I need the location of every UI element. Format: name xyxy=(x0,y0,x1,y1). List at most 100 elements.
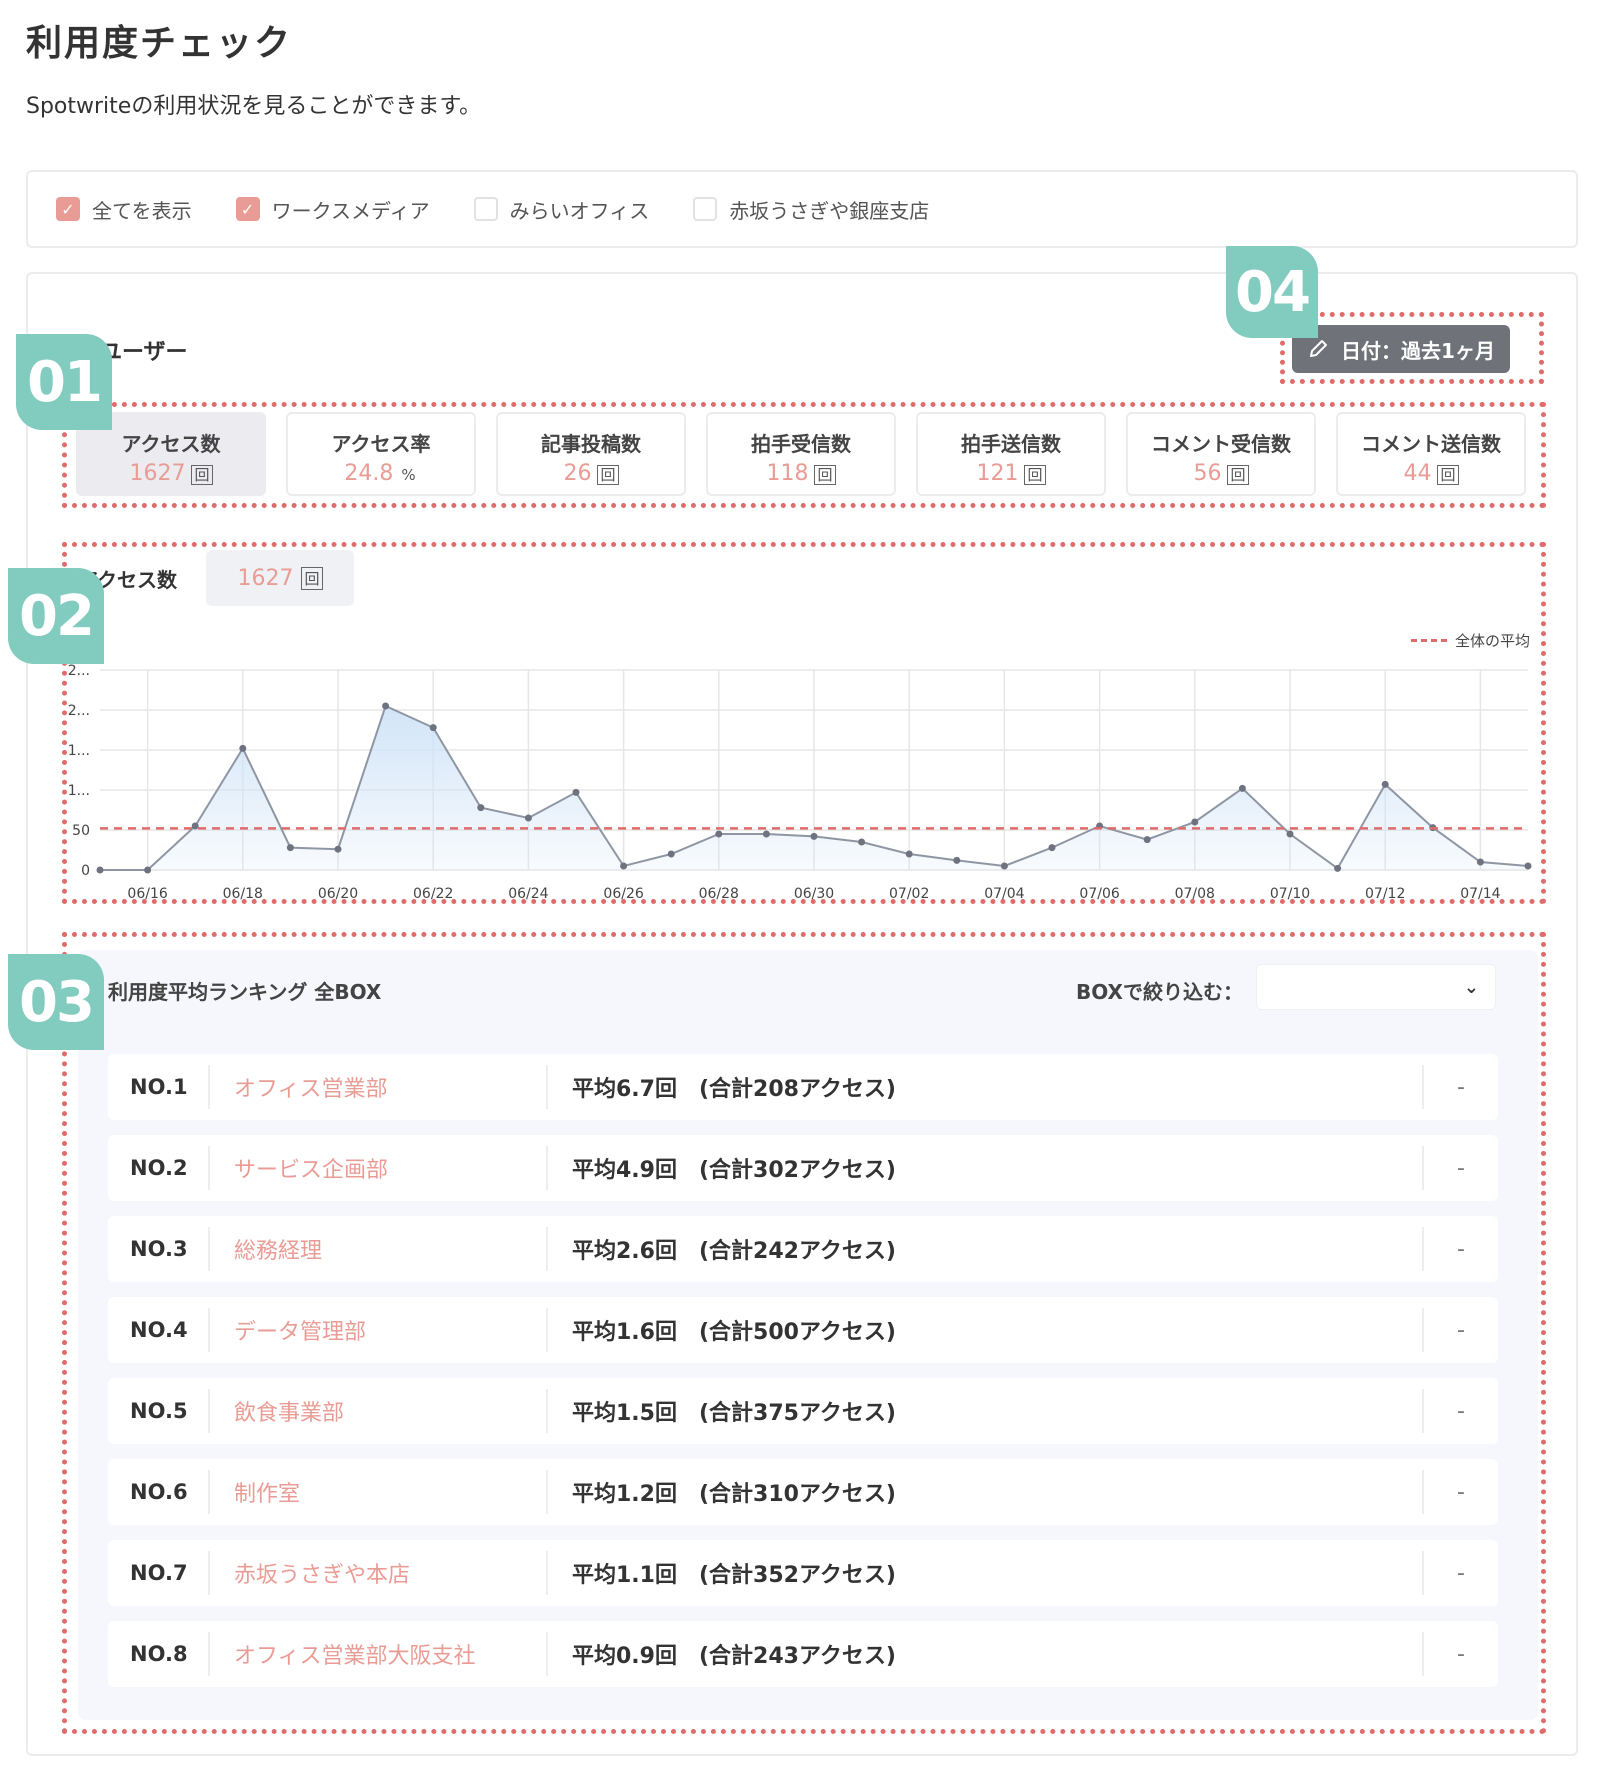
checkbox-unchecked-icon[interactable] xyxy=(473,197,498,221)
legend-label: 全体の平均 xyxy=(1454,632,1530,650)
x-tick-label: 06/30 xyxy=(794,886,834,902)
rank-name-link[interactable]: 制作室 xyxy=(210,1476,546,1508)
data-point xyxy=(667,850,675,858)
metric-card-claps-received[interactable]: 拍手受信数 118 回 xyxy=(706,412,896,496)
chart-total-unit: 回 xyxy=(301,566,323,590)
data-point xyxy=(429,724,437,732)
data-point xyxy=(810,832,818,840)
checkbox-checked-icon[interactable]: ✓ xyxy=(56,197,80,221)
metric-card-comments-sent[interactable]: コメント送信数 44 回 xyxy=(1336,412,1526,496)
data-point xyxy=(96,866,104,874)
checkbox-unchecked-icon[interactable] xyxy=(693,197,718,221)
data-point xyxy=(1000,862,1008,870)
section-title: ユーザー xyxy=(100,340,188,365)
rank-number: NO.7 xyxy=(130,1561,188,1585)
ranking-row[interactable]: NO.7 赤坂うさぎや本店 平均1.1回 (合計352アクセス) - xyxy=(108,1540,1498,1606)
rank-extra: - xyxy=(1457,1398,1465,1424)
filter-label: 赤坂うさぎや銀座支店 xyxy=(729,198,930,223)
data-point xyxy=(953,856,961,864)
rank-extra: - xyxy=(1457,1074,1465,1100)
x-tick-label: 07/12 xyxy=(1365,886,1405,902)
rank-extra: - xyxy=(1457,1479,1465,1505)
data-point xyxy=(144,866,152,874)
rank-number: NO.3 xyxy=(130,1237,188,1261)
checkbox-checked-icon[interactable]: ✓ xyxy=(235,197,260,221)
annotation-badge-03: 03 xyxy=(8,954,104,1050)
x-tick-label: 06/22 xyxy=(413,886,453,902)
x-tick-label: 07/06 xyxy=(1079,886,1119,902)
metric-unit: % xyxy=(401,466,416,484)
metric-value: 56 xyxy=(1193,461,1222,486)
page-description: Spotwriteの利用状況を見ることができます。 xyxy=(26,94,482,119)
chevron-down-icon: ⌄ xyxy=(1463,976,1479,998)
y-tick-label: 1... xyxy=(68,783,90,799)
rank-stat: 平均2.6回 (合計242アクセス) xyxy=(572,1239,896,1264)
rank-extra: - xyxy=(1457,1236,1465,1262)
rank-name-link[interactable]: 飲食事業部 xyxy=(210,1395,546,1427)
x-tick-label: 06/20 xyxy=(318,886,358,902)
chart-total-value: 1627 xyxy=(237,565,294,591)
filter-label: 全てを表示 xyxy=(92,198,192,223)
page-title: 利用度チェック xyxy=(26,23,293,64)
metric-card-comments-received[interactable]: コメント受信数 56 回 xyxy=(1126,412,1316,496)
data-point xyxy=(524,814,532,822)
filter-worksmedia[interactable]: ✓ ワークスメディア xyxy=(235,195,430,224)
data-point xyxy=(620,862,628,870)
ranking-title: 利用度平均ランキング 全BOX xyxy=(108,980,382,1004)
x-tick-label: 06/26 xyxy=(603,886,643,902)
filter-label: みらいオフィス xyxy=(509,198,650,223)
rank-name-link[interactable]: 赤坂うさぎや本店 xyxy=(210,1557,546,1589)
data-point xyxy=(1191,818,1199,826)
annotation-badge-01: 01 xyxy=(16,334,112,430)
chart-total: 1627 回 xyxy=(206,550,354,606)
annotation-badge-04: 04 xyxy=(1226,246,1318,338)
data-point xyxy=(334,845,342,853)
rank-stat: 平均1.6回 (合計500アクセス) xyxy=(572,1320,896,1345)
metric-unit: 回 xyxy=(814,465,836,485)
rank-stat: 平均1.5回 (合計375アクセス) xyxy=(572,1401,896,1426)
x-tick-label: 06/24 xyxy=(508,886,548,902)
rank-number: NO.2 xyxy=(130,1156,188,1180)
date-range-label: 日付：過去1ヶ月 xyxy=(1341,338,1495,363)
metric-label: 拍手受信数 xyxy=(751,432,851,456)
rank-name-link[interactable]: オフィス営業部大阪支社 xyxy=(210,1638,546,1670)
box-filter-select[interactable]: ⌄ xyxy=(1256,964,1496,1010)
ranking-row[interactable]: NO.5 飲食事業部 平均1.5回 (合計375アクセス) - xyxy=(108,1378,1498,1444)
rank-stat: 平均0.9回 (合計243アクセス) xyxy=(572,1644,896,1669)
data-point xyxy=(1381,780,1389,788)
ranking-row[interactable]: NO.3 総務経理 平均2.6回 (合計242アクセス) - xyxy=(108,1216,1498,1282)
metric-value: 24.8 xyxy=(344,461,394,486)
filter-akasaka-ginza[interactable]: 赤坂うさぎや銀座支店 xyxy=(693,195,929,224)
rank-name-link[interactable]: 総務経理 xyxy=(210,1233,546,1265)
metric-card-access-rate[interactable]: アクセス率 24.8% xyxy=(286,412,476,496)
ranking-row[interactable]: NO.2 サービス企画部 平均4.9回 (合計302アクセス) - xyxy=(108,1135,1498,1201)
rank-extra: - xyxy=(1457,1641,1465,1667)
metric-value: 44 xyxy=(1403,461,1432,486)
data-point xyxy=(858,838,866,846)
annotation-badge-02: 02 xyxy=(8,568,104,664)
rank-name-link[interactable]: データ管理部 xyxy=(210,1314,546,1346)
ranking-row[interactable]: NO.8 オフィス営業部大阪支社 平均0.9回 (合計243アクセス) - xyxy=(108,1621,1498,1687)
y-tick-label: 0 xyxy=(81,863,90,879)
rank-name-link[interactable]: オフィス営業部 xyxy=(210,1071,546,1103)
legend-dash-icon xyxy=(1410,639,1447,642)
data-point xyxy=(1334,864,1342,872)
data-point xyxy=(1238,784,1246,792)
data-point xyxy=(286,844,294,852)
filter-mirai-office[interactable]: みらいオフィス xyxy=(473,195,650,224)
ranking-row[interactable]: NO.4 データ管理部 平均1.6回 (合計500アクセス) - xyxy=(108,1297,1498,1363)
ranking-filter-label: BOXで絞り込む： xyxy=(1076,980,1243,1004)
metric-unit: 回 xyxy=(1024,465,1046,485)
metric-card-article-posts[interactable]: 記事投稿数 26 回 xyxy=(496,412,686,496)
date-range-button[interactable]: 日付：過去1ヶ月 xyxy=(1292,325,1510,373)
ranking-row[interactable]: NO.6 制作室 平均1.2回 (合計310アクセス) - xyxy=(108,1459,1498,1525)
x-tick-label: 06/18 xyxy=(223,886,263,902)
rank-name-link[interactable]: サービス企画部 xyxy=(210,1152,546,1184)
data-point xyxy=(1524,862,1532,870)
ranking-row[interactable]: NO.1 オフィス営業部 平均6.7回 (合計208アクセス) - xyxy=(108,1054,1498,1120)
rank-number: NO.6 xyxy=(130,1480,188,1504)
rank-stat: 平均6.7回 (合計208アクセス) xyxy=(572,1077,896,1102)
data-point xyxy=(1476,858,1484,866)
metric-card-claps-sent[interactable]: 拍手送信数 121 回 xyxy=(916,412,1106,496)
filter-all[interactable]: ✓ 全てを表示 xyxy=(56,195,192,224)
